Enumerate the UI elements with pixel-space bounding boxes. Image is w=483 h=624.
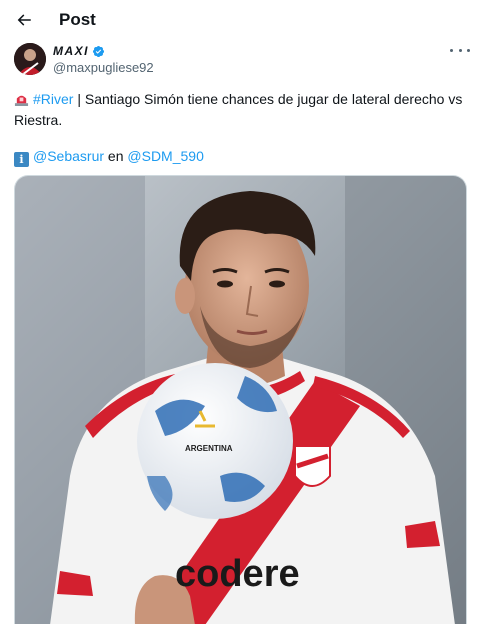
top-bar: Post — [0, 0, 483, 40]
tweet-photo[interactable]: ARGENTINA codere — [14, 175, 467, 624]
more-options-button[interactable] — [450, 44, 470, 56]
tweet-text-paragraph-1: #River | Santiago Simón tiene chances de… — [14, 89, 474, 131]
information-emoji-icon: i — [14, 152, 29, 167]
author-handle[interactable]: @maxpugliese92 — [53, 60, 154, 75]
verified-badge-icon — [92, 45, 105, 57]
more-dot-icon — [458, 48, 462, 52]
author-name-row[interactable]: MAXI — [53, 44, 105, 58]
more-dot-icon — [450, 48, 453, 52]
shirt-sponsor-text: codere — [175, 553, 300, 595]
mention-link[interactable]: @SDM_590 — [127, 148, 203, 164]
tweet-text-paragraph-2: i @Sebasrur en @SDM_590 — [14, 146, 474, 167]
page-title: Post — [59, 10, 96, 29]
arrow-left-icon — [17, 14, 31, 26]
photo-illustration: ARGENTINA codere — [15, 176, 466, 624]
avatar[interactable] — [14, 43, 46, 75]
avatar-image — [14, 43, 46, 75]
police-light-emoji-icon — [14, 95, 29, 106]
hashtag-link[interactable]: #River — [33, 91, 73, 107]
ball-label: ARGENTINA — [185, 444, 233, 453]
tweet-body-text: | Santiago Simón tiene chances de jugar … — [14, 91, 463, 128]
connector-text: en — [104, 148, 128, 164]
author-display-name[interactable]: MAXI — [53, 44, 89, 58]
mention-link[interactable]: @Sebasrur — [33, 148, 104, 164]
back-button[interactable] — [12, 8, 36, 32]
more-dot-icon — [467, 48, 470, 52]
